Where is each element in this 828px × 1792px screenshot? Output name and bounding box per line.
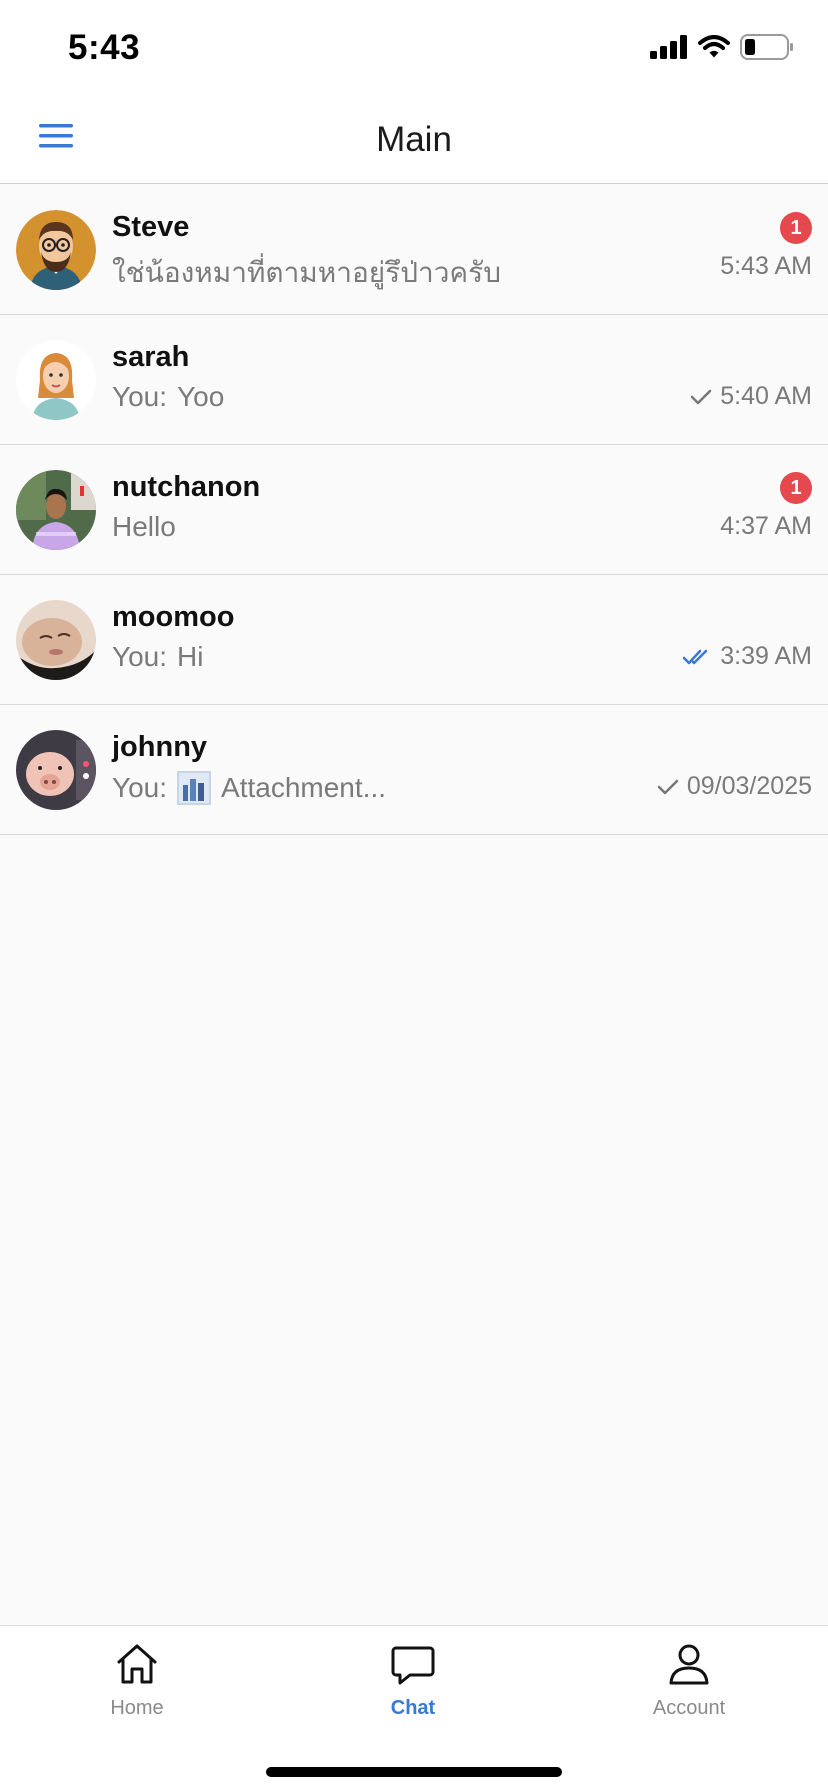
- page-title: Main: [376, 120, 452, 159]
- nav-label-account: Account: [652, 1697, 726, 1719]
- message-preview: Hello: [112, 511, 176, 543]
- message-time: 5:40 AM: [690, 382, 812, 411]
- nav-account[interactable]: Account: [609, 1642, 769, 1732]
- contact-name: nutchanon: [112, 471, 261, 503]
- avatar: [16, 210, 96, 290]
- nav-chat[interactable]: Chat: [333, 1642, 493, 1732]
- status-time: 5:43: [68, 28, 141, 67]
- avatar: [16, 600, 96, 680]
- nav-home[interactable]: Home: [57, 1642, 217, 1732]
- app-header: Main: [0, 98, 828, 184]
- double-check-icon: [682, 648, 712, 666]
- signal-icon: [650, 34, 688, 64]
- check-icon: [657, 778, 679, 796]
- message-time: 3:39 AM: [682, 642, 812, 671]
- user-icon: [666, 1642, 712, 1691]
- status-icons: [650, 33, 794, 65]
- avatar: [16, 340, 96, 420]
- unread-badge: 1: [780, 212, 812, 244]
- home-indicator: [266, 1767, 562, 1777]
- chat-bubble-icon: [390, 1642, 436, 1691]
- message-preview: ใช่น้องหมาที่ตามหาอยู่รึป่าวครับ: [112, 251, 501, 295]
- nav-label-chat: Chat: [390, 1697, 436, 1719]
- status-bar: 5:43: [0, 0, 828, 98]
- message-time: 5:43 AM: [720, 252, 812, 281]
- preview-text: Yoo: [177, 381, 225, 412]
- wifi-icon: [698, 34, 730, 64]
- battery-icon: [740, 33, 794, 65]
- time-text: 3:39 AM: [720, 642, 812, 670]
- preview-text: Hi: [177, 641, 204, 672]
- message-preview: You: Hi: [112, 641, 203, 673]
- unread-badge: 1: [780, 472, 812, 504]
- preview-prefix: You:: [112, 772, 168, 803]
- preview-text: ใช่น้องหมาที่ตามหาอยู่รึป่าวครับ: [112, 257, 501, 288]
- message-time: 09/03/2025: [657, 772, 812, 801]
- app-root: 5:43 Main Steve ใช่น้องหมาที่ตามหาอยู่รึ…: [0, 0, 828, 1792]
- message-preview: You: Attachment...: [112, 771, 386, 805]
- message-time: 4:37 AM: [720, 512, 812, 541]
- contact-name: johnny: [112, 731, 208, 763]
- time-text: 5:40 AM: [720, 382, 812, 410]
- chat-row-moomoo[interactable]: moomoo You: Hi 3:39 AM: [0, 575, 828, 705]
- message-preview: You: Yoo: [112, 381, 224, 413]
- time-text: 09/03/2025: [686, 772, 812, 800]
- chat-row-sarah[interactable]: sarah You: Yoo 5:40 AM: [0, 315, 828, 445]
- avatar: [16, 730, 96, 810]
- check-icon: [690, 388, 712, 406]
- chat-row-steve[interactable]: Steve ใช่น้องหมาที่ตามหาอยู่รึป่าวครับ 1…: [0, 185, 828, 315]
- chat-row-nutchanon[interactable]: nutchanon Hello 1 4:37 AM: [0, 445, 828, 575]
- contact-name: moomoo: [112, 601, 235, 633]
- preview-text: Hello: [112, 511, 176, 542]
- chat-list: Steve ใช่น้องหมาที่ตามหาอยู่รึป่าวครับ 1…: [0, 185, 828, 835]
- preview-prefix: You:: [112, 381, 168, 412]
- preview-prefix: You:: [112, 641, 168, 672]
- time-text: 4:37 AM: [720, 512, 812, 540]
- contact-name: Steve: [112, 211, 190, 243]
- avatar: [16, 470, 96, 550]
- time-text: 5:43 AM: [720, 252, 812, 280]
- nav-label-home: Home: [110, 1697, 164, 1719]
- home-icon: [114, 1642, 160, 1691]
- attachment-image-icon: [177, 771, 212, 805]
- chat-row-johnny[interactable]: johnny You: Attachment... 09/03/2025: [0, 705, 828, 835]
- contact-name: sarah: [112, 341, 190, 373]
- preview-text: Attachment...: [221, 772, 386, 803]
